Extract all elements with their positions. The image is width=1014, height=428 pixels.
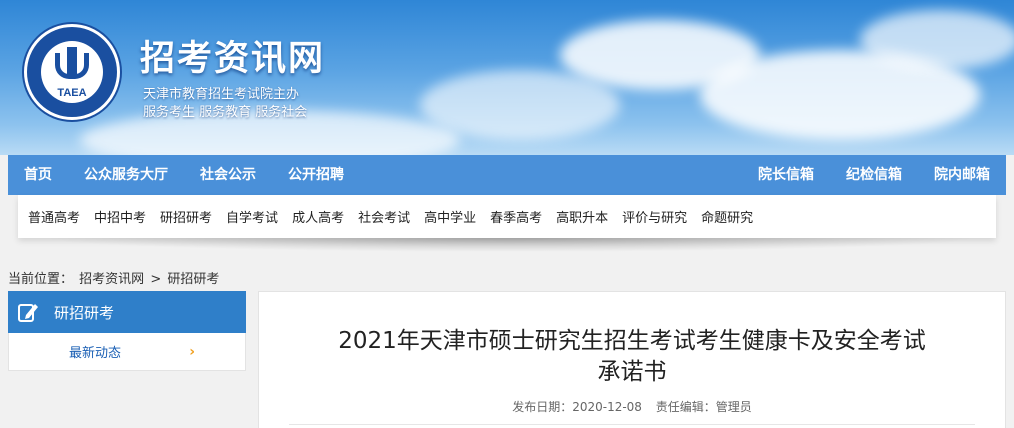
logo-text: TAEA	[57, 87, 87, 99]
sidebar-item-label: 最新动态	[69, 346, 122, 361]
nav-recruitment[interactable]: 公开招聘	[272, 155, 360, 195]
nav-public-service-hall[interactable]: 公众服务大厅	[68, 155, 184, 195]
editor: 责任编辑：管理员	[656, 400, 752, 414]
sidebar-heading-label: 研招研考	[54, 303, 115, 322]
breadcrumb-link-home[interactable]: 招考资讯网	[79, 272, 144, 287]
article-title-line: 2021年天津市硕士研究生招生考试考生健康卡及安全考试	[338, 328, 926, 354]
breadcrumb-separator: >	[150, 272, 162, 287]
nav-public-notice[interactable]: 社会公示	[184, 155, 272, 195]
sub-nav: 普通高考 中招中考 研招研考 自学考试 成人高考 社会考试 高中学业 春季高考 …	[18, 195, 996, 238]
divider	[289, 424, 975, 425]
subnav-item[interactable]: 成人高考	[285, 207, 351, 226]
nav-home[interactable]: 首页	[8, 155, 68, 195]
subnav-item[interactable]: 自学考试	[219, 207, 285, 226]
chevron-right-icon: ›	[189, 343, 195, 360]
editor-label: 责任编辑：	[655, 400, 716, 414]
subnav-item[interactable]: 评价与研究	[615, 207, 694, 226]
main-nav: 首页 公众服务大厅 社会公示 公开招聘 院长信箱 纪检信箱 院内邮箱	[8, 155, 1006, 195]
breadcrumb: 当前位置： 招考资讯网 > 研招研考	[8, 268, 221, 287]
header-banner: TAEA 招考资讯网 天津市教育招生考试院主办 服务考生 服务教育 服务社会	[0, 0, 1014, 155]
article-meta: 发布日期：2020-12-08 责任编辑：管理员	[259, 398, 1005, 415]
subnav-shadow	[40, 238, 980, 252]
site-title[interactable]: 招考资讯网	[140, 30, 325, 81]
logo-mark	[67, 47, 77, 77]
site-logo[interactable]: TAEA	[24, 24, 120, 120]
editor-value: 管理员	[715, 400, 752, 414]
subnav-item[interactable]: 高中学业	[417, 207, 483, 226]
nav-discipline-mailbox[interactable]: 纪检信箱	[830, 155, 918, 195]
cloud-decoration	[860, 10, 1014, 70]
nav-president-mailbox[interactable]: 院长信箱	[742, 155, 830, 195]
breadcrumb-prefix: 当前位置：	[8, 272, 74, 287]
article-title: 2021年天津市硕士研究生招生考试考生健康卡及安全考试 承诺书	[259, 326, 1005, 388]
subnav-item[interactable]: 普通高考	[21, 207, 87, 226]
publish-date-value: 2020-12-08	[572, 400, 642, 414]
subnav-item[interactable]: 春季高考	[483, 207, 549, 226]
site-slogan: 服务考生 服务教育 服务社会	[143, 105, 308, 120]
publish-date-label: 发布日期：	[512, 400, 573, 414]
sidebar-heading: 研招研考	[8, 291, 246, 333]
breadcrumb-link-current[interactable]: 研招研考	[167, 272, 219, 287]
subnav-item[interactable]: 研招研考	[153, 207, 219, 226]
subnav-item[interactable]: 社会考试	[351, 207, 417, 226]
sidebar-item-latest-news[interactable]: 最新动态 ›	[8, 333, 246, 371]
subnav-item[interactable]: 中招中考	[87, 207, 153, 226]
site-subtitle: 天津市教育招生考试院主办	[143, 87, 300, 102]
subnav-item[interactable]: 命题研究	[694, 207, 760, 226]
article-title-line: 承诺书	[597, 359, 667, 385]
publish-date: 发布日期：2020-12-08	[512, 400, 642, 414]
article-panel: 2021年天津市硕士研究生招生考试考生健康卡及安全考试 承诺书 发布日期：202…	[258, 291, 1006, 428]
edit-icon	[8, 291, 48, 333]
nav-internal-mail[interactable]: 院内邮箱	[918, 155, 1006, 195]
subnav-item[interactable]: 高职升本	[549, 207, 615, 226]
